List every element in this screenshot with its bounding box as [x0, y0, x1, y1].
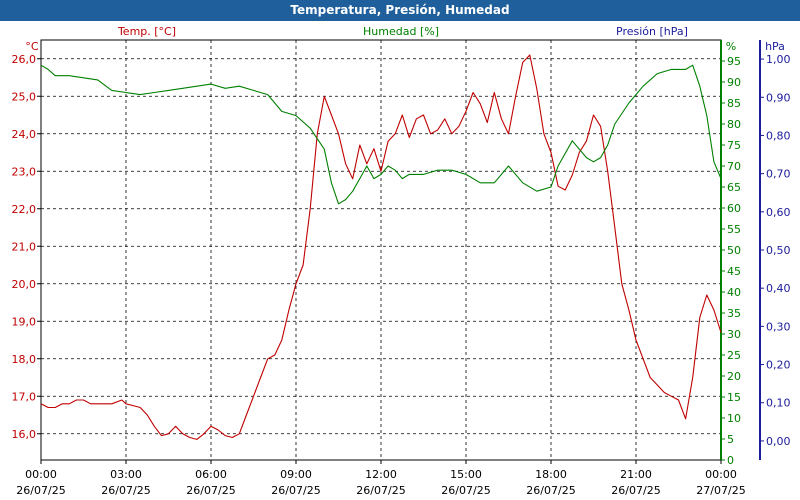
humidity-tick-label: 75 — [727, 139, 741, 152]
x-tick-time-label: 15:00 — [450, 468, 482, 481]
x-tick-time-label: 12:00 — [365, 468, 397, 481]
humidity-tick-label: 65 — [727, 181, 741, 194]
pressure-tick-label: 0,20 — [766, 359, 791, 372]
pressure-tick-label: 0,50 — [766, 244, 791, 257]
temperature-tick-label: 23,0 — [12, 165, 37, 178]
x-tick-date-label: 26/07/25 — [356, 484, 405, 497]
temperature-tick-label: 16,0 — [12, 428, 37, 441]
pressure-tick-label: 0,10 — [766, 397, 791, 410]
x-tick-date-label: 26/07/25 — [186, 484, 235, 497]
chart-window: Temperatura, Presión, Humedad Temp. [°C]… — [0, 0, 800, 500]
x-tick-date-label: 26/07/25 — [441, 484, 490, 497]
pressure-axis-title: Presión [hPa] — [616, 25, 688, 38]
humidity-tick-label: 5 — [727, 433, 734, 446]
pressure-tick-label: 0,40 — [766, 282, 791, 295]
temperature-tick-label: 17,0 — [12, 390, 37, 403]
humidity-tick-label: 15 — [727, 391, 741, 404]
pressure-tick-label: 1,00 — [766, 53, 791, 66]
humidity-tick-label: 45 — [727, 265, 741, 278]
temperature-tick-label: 18,0 — [12, 353, 37, 366]
humidity-tick-label: 20 — [727, 370, 741, 383]
pressure-tick-label: 0,00 — [766, 435, 791, 448]
humidity-tick-label: 30 — [727, 328, 741, 341]
temperature-unit-label: °C — [25, 40, 39, 53]
humidity-unit-label: % — [726, 40, 736, 53]
pressure-tick-label: 0,90 — [766, 91, 791, 104]
temperature-tick-label: 20,0 — [12, 278, 37, 291]
x-tick-date-label: 26/07/25 — [16, 484, 65, 497]
temperature-tick-label: 19,0 — [12, 315, 37, 328]
temperature-tick-label: 24,0 — [12, 128, 37, 141]
x-tick-time-label: 00:00 — [705, 468, 737, 481]
humidity-tick-label: 90 — [727, 76, 741, 89]
x-tick-date-label: 27/07/25 — [696, 484, 745, 497]
pressure-unit-label: hPa — [765, 40, 785, 53]
x-tick-labels: 00:00 26/07/25 03:00 26/07/25 06:00 26/07/25 0… — [16, 460, 746, 497]
x-tick-date-label: 26/07/25 — [101, 484, 150, 497]
pressure-tick-labels: 0,00 0,10 0,20 0,30 0,40 0,50 0,60 0,70 0,80 0,90… — [760, 53, 791, 448]
humidity-tick-label: 55 — [727, 223, 741, 236]
x-tick-date-label: 26/07/25 — [271, 484, 320, 497]
humidity-tick-label: 50 — [727, 244, 741, 257]
x-tick-time-label: 09:00 — [280, 468, 312, 481]
x-tick-date-label: 26/07/25 — [611, 484, 660, 497]
temperature-tick-label: 26,0 — [12, 53, 37, 66]
grid — [41, 40, 721, 460]
humidity-tick-label: 0 — [727, 454, 734, 467]
pressure-tick-label: 0,70 — [766, 168, 791, 181]
x-tick-time-label: 06:00 — [195, 468, 227, 481]
series-line-humidity — [40, 64, 722, 205]
temperature-tick-label: 21,0 — [12, 240, 37, 253]
humidity-tick-label: 60 — [727, 202, 741, 215]
humidity-tick-label: 25 — [727, 349, 741, 362]
chart-canvas: Temp. [°C] Humedad [%] Presión [hPa] °C … — [12, 25, 791, 497]
temperature-tick-label: 22,0 — [12, 203, 37, 216]
humidity-tick-labels: 0 5 10 15 20 25 30 35 40 45 50 55 60 65 70 75 80 85 90 95 — [721, 55, 741, 467]
humidity-axis-title: Humedad [%] — [363, 25, 439, 38]
x-tick-time-label: 03:00 — [110, 468, 142, 481]
x-tick-date-label: 26/07/25 — [526, 484, 575, 497]
temperature-tick-labels: 16,0 17,0 18,0 19,0 20,0 21,0 22,0 23,0 24,0 25,0… — [12, 53, 41, 441]
humidity-tick-label: 80 — [727, 118, 741, 131]
temperature-tick-label: 25,0 — [12, 90, 37, 103]
humidity-tick-label: 70 — [727, 160, 741, 173]
pressure-tick-label: 0,60 — [766, 206, 791, 219]
pressure-tick-label: 0,30 — [766, 320, 791, 333]
x-tick-time-label: 18:00 — [535, 468, 567, 481]
humidity-tick-label: 10 — [727, 412, 741, 425]
humidity-tick-label: 40 — [727, 286, 741, 299]
humidity-tick-label: 35 — [727, 307, 741, 320]
humidity-tick-label: 95 — [727, 55, 741, 68]
humidity-tick-label: 85 — [727, 97, 741, 110]
pressure-tick-label: 0,80 — [766, 129, 791, 142]
temperature-axis-title: Temp. [°C] — [117, 25, 176, 38]
x-tick-time-label: 00:00 — [25, 468, 57, 481]
x-tick-time-label: 21:00 — [620, 468, 652, 481]
